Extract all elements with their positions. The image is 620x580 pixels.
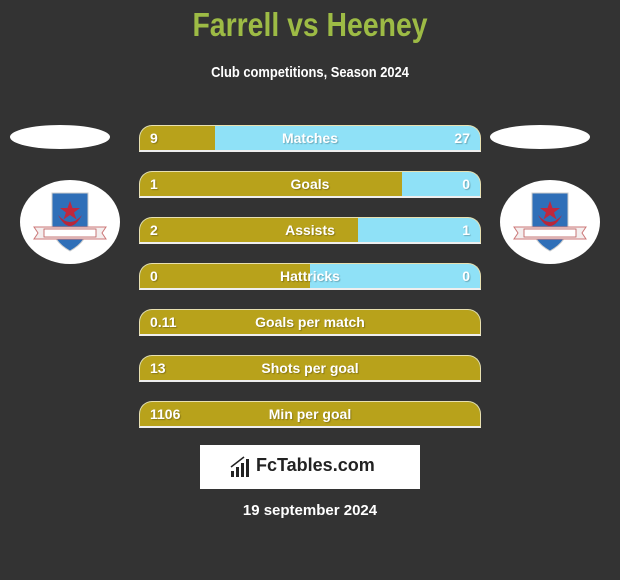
stat-label: Goals — [290, 176, 330, 192]
stat-bar: 9 Matches 27 — [139, 125, 481, 152]
right-player-placeholder — [490, 125, 590, 149]
stat-label: Shots per goal — [261, 360, 359, 376]
stat-bar: 0 Hattricks 0 — [139, 263, 481, 290]
competition-subtitle: Club competitions, Season 2024 — [211, 64, 409, 81]
page-title: Farrell vs Heeney — [192, 6, 428, 43]
stat-label: Hattricks — [280, 268, 340, 284]
stat-label: Goals per match — [255, 314, 365, 330]
stat-bar: 2 Assists 1 — [139, 217, 481, 244]
right-value: 0 — [462, 268, 470, 284]
stat-label: Matches — [281, 130, 339, 146]
fctables-brand[interactable]: FcTables.com — [200, 445, 420, 489]
date-label: 19 september 2024 — [242, 502, 378, 519]
left-club-logo[interactable] — [20, 180, 120, 264]
left-player-placeholder — [10, 125, 110, 149]
stat-label: Assists — [285, 222, 335, 238]
right-value: 0 — [462, 176, 470, 192]
club-crest-icon — [513, 192, 587, 252]
stat-label: Min per goal — [268, 406, 352, 422]
stat-bar: 0.11 Goals per match — [139, 309, 481, 336]
right-value: 27 — [454, 130, 470, 146]
stat-bar: 1 Goals 0 — [139, 171, 481, 198]
club-crest-icon — [33, 192, 107, 252]
right-club-logo[interactable] — [500, 180, 600, 264]
stat-bar: 13 Shots per goal — [139, 355, 481, 382]
brand-text: FcTables.com — [256, 455, 375, 475]
stat-bar: 1106 Min per goal — [139, 401, 481, 428]
bar-chart-icon — [230, 456, 249, 477]
right-value: 1 — [462, 222, 470, 238]
